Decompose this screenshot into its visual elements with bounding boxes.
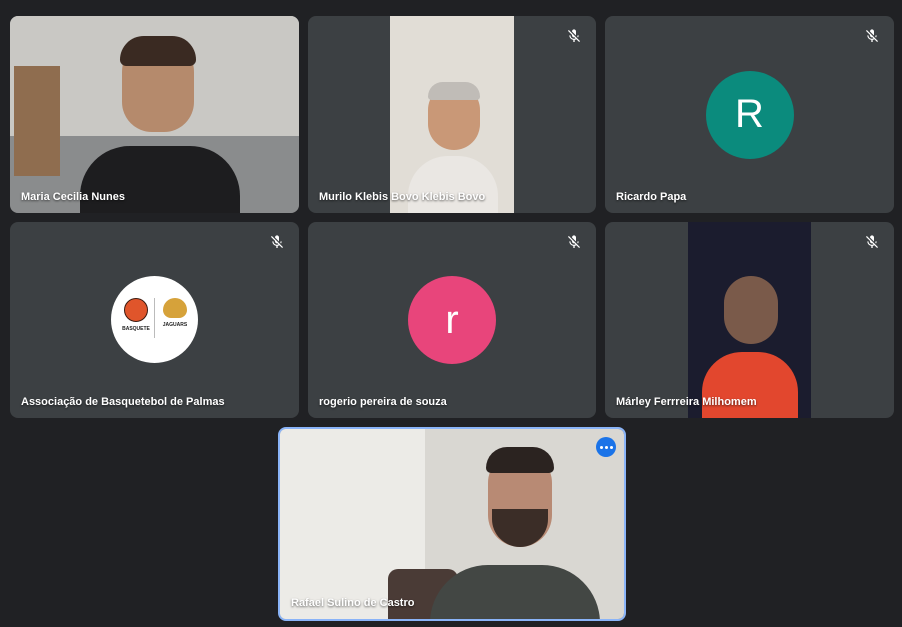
jaguar-icon [163, 298, 187, 318]
participant-name: Murilo Klebis Bovo Klebis Bovo [319, 191, 486, 203]
participant-name: Maria Cecilia Nunes [21, 191, 125, 203]
avatar: R [705, 70, 794, 159]
participant-tile-murilo[interactable]: Murilo Klebis Bovo Klebis Bovo [308, 16, 596, 213]
participant-tile-rogerio[interactable]: r rogerio pereira de souza [308, 222, 596, 418]
participant-tile-self[interactable]: Rafael Sulino de Castro [278, 427, 626, 621]
more-options-icon[interactable] [596, 437, 616, 457]
logo-divider [154, 298, 155, 338]
participant-video [280, 429, 624, 619]
participant-video [390, 16, 514, 213]
participant-name: Associação de Basquetebol de Palmas [21, 396, 225, 408]
basketball-icon [124, 298, 148, 322]
participant-tile-ricardo[interactable]: R Ricardo Papa [605, 16, 894, 213]
logo-text-left: BASQUETE [122, 326, 150, 332]
video-person [430, 447, 600, 619]
participant-video [10, 16, 299, 213]
video-door [14, 66, 60, 176]
mic-off-icon [864, 28, 880, 44]
team-logo: BASQUETE JAGUARS [111, 276, 198, 363]
participant-name: Ricardo Papa [616, 191, 687, 203]
participant-name: Márley Ferrreira Milhomem [616, 396, 757, 408]
avatar: r [408, 276, 496, 364]
participant-tile-associacao[interactable]: BASQUETE JAGUARS Associação de Basqueteb… [10, 222, 299, 418]
participant-tile-marley[interactable]: Márley Ferrreira Milhomem [605, 222, 894, 418]
participant-tile-maria[interactable]: Maria Cecilia Nunes [10, 16, 299, 213]
mic-off-icon [566, 234, 582, 250]
participant-name: rogerio pereira de souza [319, 396, 447, 408]
mic-off-icon [269, 234, 285, 250]
participant-name: Rafael Sulino de Castro [291, 597, 415, 609]
participant-video [688, 222, 811, 418]
mic-off-icon [566, 28, 582, 44]
logo-text-right: JAGUARS [162, 322, 188, 328]
video-person [80, 36, 240, 213]
mic-off-icon [864, 234, 880, 250]
